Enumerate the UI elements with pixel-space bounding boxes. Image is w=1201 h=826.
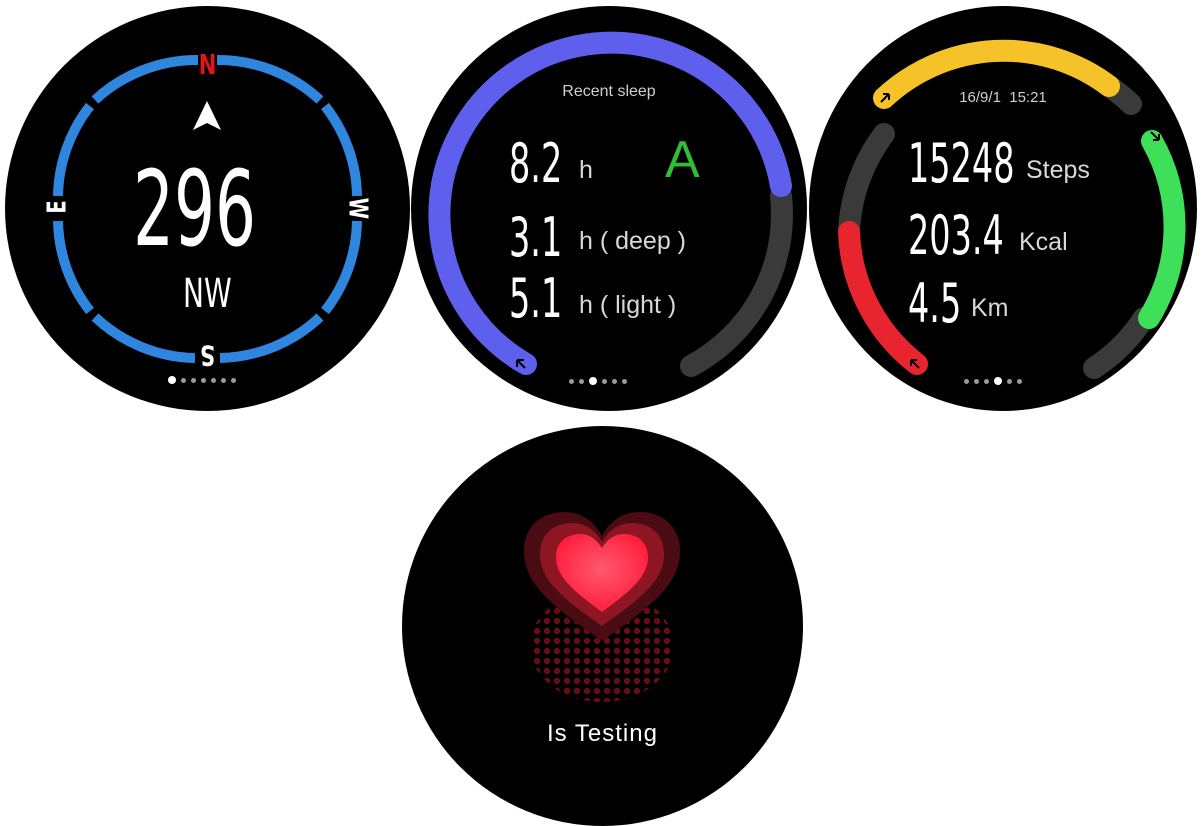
heart-rate-watch-face: Is Testing bbox=[402, 426, 803, 826]
kcal-value: 203.4 bbox=[908, 204, 1004, 267]
kcal-unit: Kcal bbox=[1019, 228, 1068, 256]
page-dot-active[interactable] bbox=[589, 377, 597, 385]
heart-status-text: Is Testing bbox=[547, 720, 658, 747]
page-dot-active[interactable] bbox=[994, 377, 1002, 385]
south-label: S bbox=[199, 339, 216, 372]
km-value: 4.5 bbox=[908, 272, 962, 335]
sleep-light-value: 5.1 bbox=[509, 267, 563, 330]
heading-direction: NW bbox=[183, 271, 232, 317]
sleep-deep-unit: h ( deep ) bbox=[579, 227, 687, 255]
page-dot[interactable] bbox=[221, 377, 226, 383]
page-dot[interactable] bbox=[201, 377, 206, 383]
east-label: E bbox=[42, 200, 73, 214]
page-dot[interactable] bbox=[612, 378, 617, 384]
page-dot[interactable] bbox=[231, 377, 236, 383]
steps-value: 15248 bbox=[908, 132, 1015, 195]
page-dot[interactable] bbox=[622, 378, 627, 384]
sleep-light-unit: h ( light ) bbox=[579, 291, 677, 319]
page-indicator bbox=[569, 377, 627, 385]
north-label: N bbox=[198, 48, 217, 81]
km-progress-arc bbox=[1138, 130, 1186, 329]
page-dot[interactable] bbox=[569, 378, 574, 384]
page-dot[interactable] bbox=[602, 378, 607, 384]
page-dot[interactable] bbox=[974, 378, 979, 384]
page-dot[interactable] bbox=[211, 377, 216, 383]
sleep-watch-face: Recent sleep 8.2 h A 3.1 h ( deep ) 5.1 … bbox=[411, 6, 807, 411]
page-dot[interactable] bbox=[181, 377, 186, 383]
heading-pointer-icon bbox=[193, 101, 221, 130]
page-dot-active[interactable] bbox=[168, 376, 176, 384]
page-dot[interactable] bbox=[1017, 378, 1022, 384]
activity-watch-face: 16/9/1 15:21 15248 Steps 203.4 Kcal 4.5 … bbox=[809, 6, 1197, 411]
activity-datetime: 16/9/1 15:21 bbox=[959, 89, 1047, 106]
compass-watch-face: N S E W 296 NW bbox=[5, 6, 410, 411]
west-label: W bbox=[342, 197, 373, 220]
page-dot[interactable] bbox=[984, 378, 989, 384]
page-dot[interactable] bbox=[1007, 378, 1012, 384]
sleep-deep-value: 3.1 bbox=[509, 206, 563, 269]
heart-graphic bbox=[524, 512, 680, 702]
page-dot[interactable] bbox=[964, 378, 969, 384]
page-indicator bbox=[168, 376, 236, 384]
sleep-total-unit: h bbox=[579, 156, 593, 184]
sleep-grade: A bbox=[665, 131, 700, 189]
heading-value: 296 bbox=[133, 148, 257, 270]
sleep-total-value: 8.2 bbox=[509, 132, 563, 195]
sleep-arc bbox=[428, 31, 793, 377]
page-dot[interactable] bbox=[191, 377, 196, 383]
km-unit: Km bbox=[971, 294, 1009, 322]
page-dot[interactable] bbox=[579, 378, 584, 384]
kcal-progress-arc bbox=[838, 221, 928, 375]
steps-unit: Steps bbox=[1026, 156, 1090, 184]
page-indicator bbox=[964, 377, 1022, 385]
sleep-title: Recent sleep bbox=[562, 83, 656, 100]
